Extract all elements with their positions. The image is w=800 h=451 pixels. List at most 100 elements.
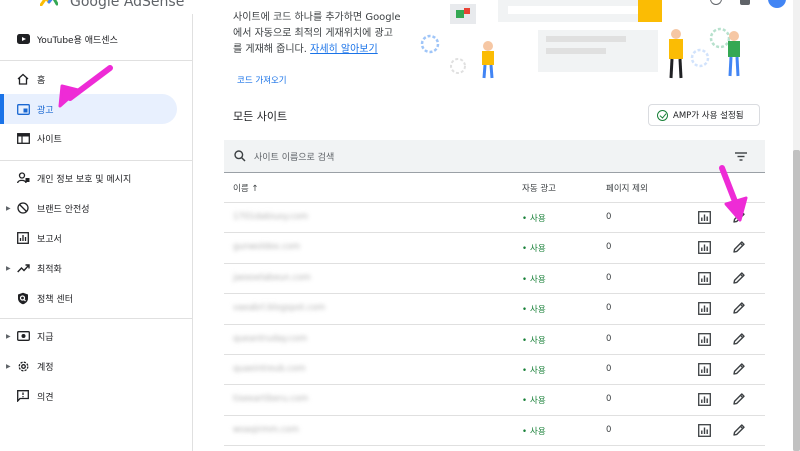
bar-chart-icon[interactable] [698, 423, 711, 437]
sidebar-item-label: 최적화 [37, 264, 62, 275]
site-name[interactable]: woaqirmm.com [233, 425, 299, 435]
edit-pencil-icon[interactable] [732, 332, 746, 346]
page-exclusions-count: 0 [606, 242, 612, 253]
sidebar-divider [0, 160, 192, 161]
sidebar-item-label: 계정 [37, 362, 54, 373]
sidebar-divider [0, 60, 192, 61]
bar-chart-icon[interactable] [698, 211, 711, 224]
sidebar-item-account[interactable]: ▶ 계정 [0, 351, 177, 381]
sidebar-item-privacy[interactable]: 개인 정보 보호 및 메시지 [0, 163, 177, 193]
column-page-exclusions: 페이지 제외 [606, 184, 648, 194]
table-row: quaeintreub.com 사용 0 [224, 355, 765, 386]
page-exclusions-count: 0 [606, 394, 612, 405]
sidebar-item-sites[interactable]: 사이트 [0, 123, 177, 153]
page-exclusions-count: 0 [606, 212, 612, 222]
get-code-link[interactable]: 코드 가져오기 [237, 74, 287, 86]
sidebar-item-label: YouTube용 애드센스 [37, 35, 118, 46]
expand-caret-icon[interactable]: ▶ [6, 265, 11, 272]
youtube-icon [16, 32, 30, 46]
app-title: Google AdSense [70, 0, 185, 10]
edit-pencil-icon[interactable] [732, 423, 746, 437]
edit-pencil-icon[interactable] [732, 210, 746, 224]
learn-more-link[interactable]: 자세히 알아보기 [310, 44, 378, 55]
page-exclusions-count: 0 [606, 303, 612, 314]
table-row: woaqirmm.com 사용 0 [224, 416, 765, 447]
site-name[interactable]: queantruday.com [233, 334, 307, 344]
auto-ads-status: 사용 [522, 303, 546, 315]
search-input[interactable]: 사이트 이름으로 검색 [254, 150, 334, 163]
sites-table: 이름 ↑ 자동 광고 페이지 제외 1701dabiuxy.com사용0gunw… [224, 173, 765, 447]
expand-caret-icon[interactable]: ▶ [6, 205, 11, 212]
auto-ads-status: 사용 [522, 212, 546, 224]
intro-text: 를 게재해 줍니다. [233, 44, 311, 55]
filter-icon[interactable] [735, 152, 747, 161]
edit-pencil-icon[interactable] [732, 392, 746, 406]
ads-icon [16, 102, 30, 116]
intro-line: 사이트에 코드 하나를 추가하면 Google [233, 12, 401, 23]
all-sites-title: 모든 사이트 [233, 110, 288, 123]
sidebar-item-optimization[interactable]: ▶ 최적화 [0, 253, 177, 283]
site-name[interactable]: vaeabrl.blogspot.com [233, 303, 325, 313]
table-header: 이름 ↑ 자동 광고 페이지 제외 [224, 173, 765, 203]
scrollbar-thumb[interactable] [793, 150, 800, 451]
bar-chart-icon[interactable] [698, 332, 711, 346]
sidebar-item-feedback[interactable]: 의견 [0, 381, 177, 411]
sidebar-item-reports[interactable]: 보고서 [0, 223, 177, 253]
adsense-logo-icon [40, 0, 58, 6]
sidebar-item-payments[interactable]: ▶ 지급 [0, 321, 177, 351]
site-name[interactable]: tiseeartiberu.com [233, 394, 308, 404]
page-exclusions-count: 0 [606, 424, 612, 435]
page-exclusions-count: 0 [606, 272, 612, 283]
bar-chart-icon[interactable] [698, 241, 711, 255]
auto-ads-description: 사이트에 코드 하나를 추가하면 Google 에서 자동으로 최적의 게재위치… [233, 10, 423, 58]
bar-chart-icon[interactable] [698, 302, 711, 316]
search-icon [234, 150, 246, 162]
table-body: 1701dabiuxy.com사용0gunwoldex.com사용0jaexoe… [224, 203, 765, 447]
sidebar-item-ads[interactable]: 광고 [0, 94, 177, 124]
reports-icon [16, 231, 30, 245]
privacy-icon [16, 171, 30, 185]
edit-pencil-icon[interactable] [732, 301, 746, 315]
sidebar-item-policy[interactable]: 정책 센터 [0, 283, 177, 313]
sidebar-item-youtube[interactable]: YouTube용 애드센스 [0, 24, 177, 54]
site-name[interactable]: quaeintreub.com [233, 364, 305, 374]
intro-line: 를 게재해 줍니다. 자세히 알아보기 [233, 42, 423, 58]
bar-chart-icon[interactable] [698, 271, 711, 285]
column-auto-ads: 자동 광고 [522, 184, 556, 194]
table-row: jaexoelabeun.com 사용 0 [224, 264, 765, 295]
optimization-icon [16, 261, 30, 275]
sidebar-item-label: 정책 센터 [37, 294, 73, 305]
auto-ads-status: 사용 [522, 242, 546, 254]
sidebar-item-label: 지급 [37, 332, 54, 343]
gear-icon [16, 359, 30, 373]
policy-icon [16, 291, 30, 305]
site-name[interactable]: 1701dabiuxy.com [233, 212, 308, 222]
expand-caret-icon[interactable]: ▶ [6, 333, 11, 340]
auto-ads-status: 사용 [522, 273, 546, 285]
table-row: tiseeartiberu.com 사용 0 [224, 385, 765, 416]
auto-ads-status: 사용 [522, 425, 546, 437]
edit-pencil-icon[interactable] [732, 362, 746, 376]
sidebar-item-home[interactable]: 홈 [0, 64, 177, 94]
edit-pencil-icon[interactable] [732, 271, 746, 285]
bar-chart-icon[interactable] [698, 393, 711, 407]
page-exclusions-count: 0 [606, 363, 612, 374]
sidebar-item-label: 개인 정보 보호 및 메시지 [37, 174, 132, 185]
bar-chart-icon[interactable] [698, 363, 711, 376]
sidebar-item-label: 사이트 [37, 134, 62, 145]
site-name[interactable]: gunwoldex.com [233, 242, 300, 252]
amp-enabled-button[interactable]: AMP가 사용 설정됨 [648, 104, 760, 126]
payments-icon [16, 329, 30, 343]
sidebar-item-label: 광고 [37, 105, 54, 116]
sidebar-divider [0, 318, 192, 319]
site-search-bar[interactable]: 사이트 이름으로 검색 [224, 140, 765, 173]
auto-ads-status: 사용 [522, 394, 546, 406]
site-name[interactable]: jaexoelabeun.com [233, 273, 311, 283]
amp-button-label: AMP가 사용 설정됨 [673, 111, 744, 121]
edit-pencil-icon[interactable] [732, 240, 746, 254]
expand-caret-icon[interactable]: ▶ [6, 363, 11, 370]
sidebar-item-brand-safety[interactable]: ▶ 브랜드 안전성 [0, 193, 177, 223]
table-row: gunwoldex.com 사용 0 [224, 233, 765, 264]
check-circle-icon [657, 110, 668, 121]
column-name[interactable]: 이름 ↑ [233, 182, 258, 194]
